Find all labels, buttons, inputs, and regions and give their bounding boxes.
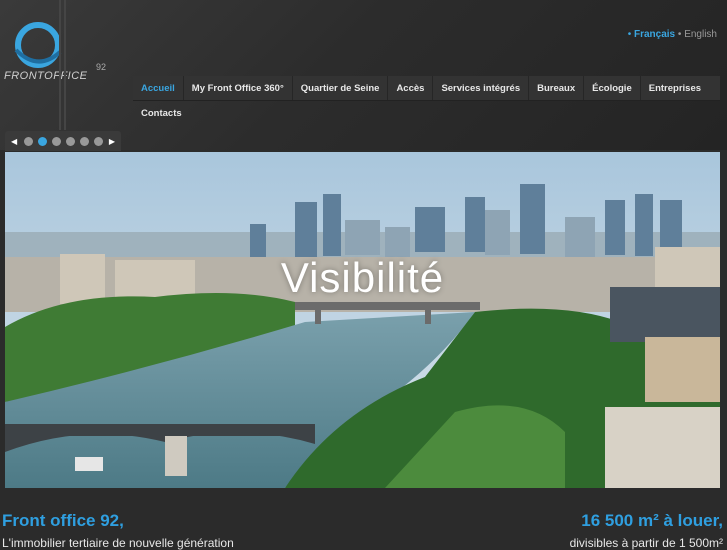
footer-left-title: Front office 92,	[2, 511, 124, 530]
nav-item-entreprises[interactable]: Entreprises	[641, 76, 709, 100]
footer-left: Front office 92, L'immobilier tertiaire …	[2, 511, 234, 550]
nav-item-my-front-office-360[interactable]: My Front Office 360°	[184, 76, 293, 100]
slider-dot[interactable]	[23, 136, 33, 146]
slider-dot[interactable]	[79, 136, 89, 146]
logo-number: 92	[96, 62, 107, 72]
slider-dot[interactable]	[65, 136, 75, 146]
nav-item-ecologie[interactable]: Écologie	[584, 76, 641, 100]
nav-item-bureaux[interactable]: Bureaux	[529, 76, 585, 100]
slider-controls: ◀ ▶	[5, 131, 121, 151]
nav-item-quartier-de-seine[interactable]: Quartier de Seine	[293, 76, 389, 100]
nav-row-1: Accueil My Front Office 360° Quartier de…	[133, 76, 720, 101]
lang-francais[interactable]: Français	[634, 29, 675, 40]
footer-right-title: 16 500 m² à louer,	[581, 511, 723, 530]
footer-left-subtitle: L'immobilier tertiaire de nouvelle génér…	[2, 536, 234, 550]
main-nav: Accueil My Front Office 360° Quartier de…	[133, 76, 720, 126]
nav-item-contacts[interactable]: Contacts	[133, 101, 190, 126]
decor-line	[64, 0, 66, 130]
slider-dot-active[interactable]	[37, 136, 47, 146]
lang-english[interactable]: English	[684, 29, 717, 40]
language-switch: • Français • English	[627, 29, 717, 40]
next-arrow-icon[interactable]: ▶	[109, 137, 115, 146]
hero-image: Visibilité	[5, 152, 720, 488]
slider-dot[interactable]	[51, 136, 61, 146]
slider-dots	[23, 136, 103, 146]
footer-right: 16 500 m² à louer, divisibles à partir d…	[570, 511, 723, 550]
nav-item-services-integres[interactable]: Services intégrés	[433, 76, 530, 100]
logo-text: FRONTOFFICE	[4, 70, 88, 82]
nav-item-accueil[interactable]: Accueil	[133, 76, 184, 100]
slider-dot[interactable]	[93, 136, 103, 146]
city-river-photo	[5, 152, 720, 488]
nav-row-2: Contacts	[133, 101, 720, 126]
hero-caption: Visibilité	[280, 254, 445, 301]
nav-item-acces[interactable]: Accès	[388, 76, 434, 100]
footer-right-subtitle: divisibles à partir de 1 500m²	[569, 536, 723, 550]
prev-arrow-icon[interactable]: ◀	[11, 137, 17, 146]
decor-line	[59, 0, 61, 130]
